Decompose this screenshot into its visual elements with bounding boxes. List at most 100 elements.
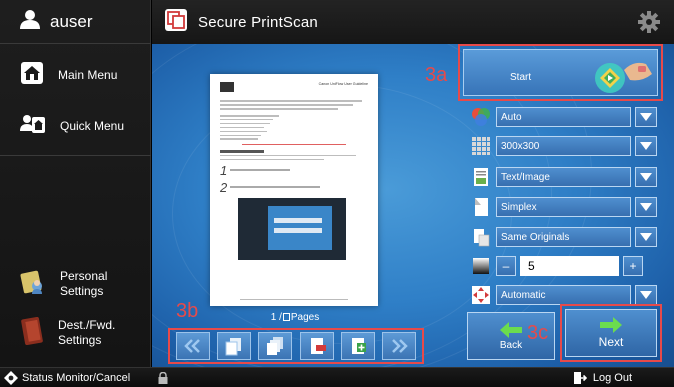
start-button[interactable]: Start (463, 49, 658, 96)
auto-orientation-icon (470, 284, 492, 306)
orientation-row: Automatic (470, 284, 660, 306)
annotation-3c: 3c (527, 322, 549, 344)
chevron-down-icon (640, 233, 652, 241)
status-monitor-button[interactable]: Status Monitor/Cancel (0, 370, 131, 385)
original-size-row: Same Originals (470, 226, 660, 248)
page-stack-icon (267, 337, 284, 355)
add-page-button[interactable] (340, 332, 375, 360)
color-mode-icon (470, 106, 492, 128)
preview-navigation-bar (168, 328, 424, 364)
resolution-dropdown-button[interactable] (635, 136, 657, 156)
sidebar-item-dest-fwd-settings[interactable]: Dest./Fwd. Settings (0, 313, 151, 353)
original-size-select[interactable]: Same Originals (496, 227, 631, 247)
status-bar: Status Monitor/Cancel Log Out (0, 367, 674, 387)
plus-icon: + (629, 259, 637, 273)
original-size-dropdown-button[interactable] (635, 227, 657, 247)
double-right-arrow-icon (392, 339, 409, 353)
user-name: auser (50, 11, 93, 31)
sidebar-item-main-menu[interactable]: Main Menu (0, 52, 151, 98)
logout-label: Log Out (592, 372, 632, 384)
add-page-icon (351, 338, 366, 354)
orientation-select[interactable]: Automatic (496, 285, 631, 305)
chevron-down-icon (640, 291, 652, 299)
gear-icon[interactable] (638, 11, 660, 38)
sides-dropdown-button[interactable] (635, 197, 657, 217)
delete-page-button[interactable] (299, 332, 334, 360)
chevron-down-icon (640, 173, 652, 181)
delete-page-icon (310, 338, 326, 354)
last-page-button[interactable] (382, 332, 417, 360)
secure-printscan-app-icon (164, 8, 188, 37)
simplex-page-icon (470, 196, 492, 218)
page-view-button[interactable] (216, 332, 251, 360)
document-title: Canon UniFlow User Guideline (318, 82, 368, 86)
density-gradient-icon (470, 255, 492, 277)
user-info: auser (0, 0, 151, 44)
back-arrow-icon (500, 321, 522, 338)
sides-row: Simplex (470, 196, 660, 218)
logout-button[interactable]: Log Out (573, 371, 632, 385)
start-button-highlight: Start (458, 44, 663, 101)
sidebar-item-quick-menu[interactable]: Quick Menu (0, 103, 151, 149)
user-icon (20, 9, 40, 34)
document-preview[interactable]: Canon UniFlow User Guideline 1 2 (210, 74, 378, 306)
first-page-button[interactable] (175, 332, 210, 360)
double-left-arrow-icon (183, 339, 200, 353)
original-type-dropdown-button[interactable] (635, 167, 657, 187)
resolution-row: 300x300 (470, 135, 660, 157)
minus-icon: – (502, 259, 510, 273)
text-image-icon (470, 166, 492, 188)
density-increase-button[interactable]: + (623, 256, 643, 276)
personal-settings-icon (20, 269, 46, 300)
document-logo (220, 82, 234, 92)
sidebar-item-label: Quick Menu (60, 118, 125, 133)
density-row: – 5 + (470, 255, 660, 277)
color-mode-select[interactable]: Auto (496, 107, 631, 127)
annotation-3b: 3b (176, 300, 199, 322)
sidebar-item-label: Dest./Fwd. Settings (58, 318, 116, 347)
sidebar-item-label: Personal Settings (60, 269, 108, 298)
density-decrease-button[interactable]: – (496, 256, 516, 276)
next-arrow-icon (600, 317, 622, 333)
chevron-down-icon (640, 203, 652, 211)
density-value[interactable]: 5 (520, 256, 619, 276)
page-view-icon (225, 338, 241, 356)
status-monitor-icon (4, 370, 18, 385)
start-label: Start (510, 72, 532, 83)
color-mode-dropdown-button[interactable] (635, 107, 657, 127)
address-book-icon (20, 316, 44, 350)
chevron-down-icon (640, 142, 652, 150)
sides-select[interactable]: Simplex (496, 197, 631, 217)
chevron-down-icon (640, 113, 652, 121)
quick-menu-icon (20, 112, 46, 141)
pages-label: Pages (290, 312, 320, 323)
original-type-row: Text/Image (470, 166, 660, 188)
color-mode-row: Auto (470, 106, 660, 128)
home-icon (20, 61, 44, 90)
app-header: Secure PrintScan (152, 0, 674, 44)
next-label: Next (598, 335, 624, 349)
next-button-highlight: Next (560, 304, 662, 362)
sidebar-item-label: Main Menu (58, 67, 118, 82)
page-count: 1 /Pages (270, 312, 320, 323)
logout-icon (573, 372, 587, 384)
total-pages-box (282, 313, 290, 321)
current-page: 1 (270, 312, 277, 323)
page-stack-button[interactable] (258, 332, 293, 360)
annotation-3a: 3a (425, 64, 448, 86)
next-button[interactable]: Next (565, 309, 657, 357)
document-screenshot (238, 198, 346, 261)
original-size-icon (470, 226, 492, 248)
sidebar-item-personal-settings[interactable]: Personal Settings (0, 264, 151, 304)
back-label: Back (499, 339, 523, 351)
orientation-dropdown-button[interactable] (635, 285, 657, 305)
start-icon (594, 60, 656, 99)
resolution-grid-icon (470, 135, 492, 157)
app-title: Secure PrintScan (198, 13, 318, 31)
sidebar-divider (0, 155, 151, 156)
lock-icon (158, 371, 168, 387)
original-type-select[interactable]: Text/Image (496, 167, 631, 187)
sidebar: auser Main Menu Quick Menu Personal Sett… (0, 0, 151, 367)
resolution-select[interactable]: 300x300 (496, 136, 631, 156)
status-monitor-label: Status Monitor/Cancel (22, 371, 131, 384)
